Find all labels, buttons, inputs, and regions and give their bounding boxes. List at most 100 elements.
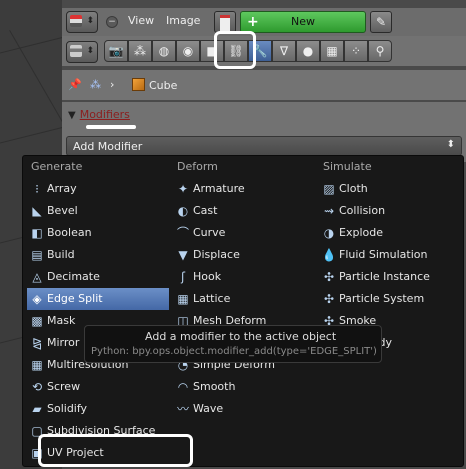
menu-item-lattice[interactable]: ▦ Lattice xyxy=(173,288,313,310)
collision-icon: ⇝ xyxy=(323,204,335,218)
menu-item-screw[interactable]: ⟲ Screw xyxy=(27,376,169,398)
menu-item-array[interactable]: ⁝ Array xyxy=(27,178,169,200)
hook-icon: ʃ xyxy=(180,270,186,284)
menu-item-smooth[interactable]: ◠ Smooth xyxy=(173,376,313,398)
add-modifier-label: Add Modifier xyxy=(73,140,143,153)
menu-item-label: Curve xyxy=(193,226,226,239)
menu-item-label: Lattice xyxy=(193,292,231,305)
view-menu[interactable]: View xyxy=(128,14,154,27)
build-icon: ▤ xyxy=(31,248,43,262)
menu-item-label: Fluid Simulation xyxy=(339,248,428,261)
menu-item-label: Particle Instance xyxy=(339,270,430,283)
collapse-menus-icon[interactable]: − xyxy=(106,16,118,28)
breadcrumb-separator: › xyxy=(110,78,115,91)
highlight-annotation-underline xyxy=(86,125,136,129)
texture-icon[interactable]: ▦ xyxy=(320,40,344,62)
menu-item-label: Decimate xyxy=(47,270,100,283)
menu-item-fluid-simulation[interactable]: 💧 Fluid Simulation xyxy=(319,244,459,266)
fluid-icon: 💧 xyxy=(321,248,337,262)
menu-item-label: Wave xyxy=(193,402,224,415)
modifiers-panel-header[interactable]: ▼ Modifiers xyxy=(68,108,130,121)
menu-item-label: Edge Split xyxy=(47,292,103,305)
tooltip: Add a modifier to the active object Pyth… xyxy=(84,325,382,363)
menu-item-hook[interactable]: ʃ Hook xyxy=(173,266,313,288)
curve-icon: ⌒ xyxy=(176,226,189,240)
breadcrumb-object[interactable]: Cube xyxy=(132,78,177,92)
menu-item-boolean[interactable]: ◧ Boolean xyxy=(27,222,169,244)
armature-icon: ✦ xyxy=(177,182,189,196)
add-modifier-dropdown[interactable]: Add Modifier ⬍ xyxy=(66,136,462,156)
solidify-icon: ▰ xyxy=(32,402,42,416)
boolean-icon: ◧ xyxy=(31,226,43,240)
menu-item-edge-split[interactable]: ◈ Edge Split xyxy=(27,288,169,310)
physics-icon[interactable]: ⚲ xyxy=(368,40,392,62)
menu-item-label: Displace xyxy=(193,248,240,261)
menu-item-explode[interactable]: ◑ Explode xyxy=(319,222,459,244)
menu-item-build[interactable]: ▤ Build xyxy=(27,244,169,266)
menu-item-label: Collision xyxy=(339,204,386,217)
screw-icon: ⟲ xyxy=(31,380,43,394)
menu-item-label: Particle System xyxy=(339,292,425,305)
new-image-button[interactable]: + New xyxy=(240,11,366,33)
menu-item-armature[interactable]: ✦ Armature xyxy=(173,178,313,200)
column-heading-simulate: Simulate xyxy=(323,160,372,173)
menu-item-label: Bevel xyxy=(47,204,78,217)
menu-item-particle-system[interactable]: ✣ Particle System xyxy=(319,288,459,310)
lattice-icon: ▦ xyxy=(177,292,189,306)
render-layers-icon[interactable]: ⁂ xyxy=(128,40,152,62)
scene-icon[interactable]: ◍ xyxy=(152,40,176,62)
menu-item-label: Solidify xyxy=(47,402,88,415)
column-heading-generate: Generate xyxy=(31,160,83,173)
pin-id-icon[interactable]: 📌 xyxy=(68,78,82,91)
material-icon[interactable]: ● xyxy=(296,40,320,62)
menu-item-cloth[interactable]: ▨ Cloth xyxy=(319,178,459,200)
properties-editor-type-selector[interactable]: ⬍ xyxy=(66,41,98,63)
explode-icon: ◑ xyxy=(323,226,335,240)
chevron-updown-icon: ⬍ xyxy=(446,139,455,150)
menu-item-label: Cloth xyxy=(339,182,368,195)
editor-type-selector[interactable]: ⬍ xyxy=(66,11,98,33)
menu-item-wave[interactable]: 〰 Wave xyxy=(173,398,313,420)
panel-title: Modifiers xyxy=(79,108,130,121)
menu-item-cast[interactable]: ◐ Cast xyxy=(173,200,313,222)
highlight-annotation-wrench xyxy=(214,31,256,69)
properties-icon xyxy=(70,45,82,57)
pin-icon[interactable]: ✎ xyxy=(370,11,392,33)
decimate-icon: ◬ xyxy=(32,270,42,284)
menu-item-label: Hook xyxy=(193,270,222,283)
bevel-icon: ◣ xyxy=(32,204,42,218)
menu-item-label: Armature xyxy=(193,182,245,195)
render-icon[interactable]: 📷 xyxy=(104,40,128,62)
image-menu[interactable]: Image xyxy=(166,14,200,27)
edge-split-icon: ◈ xyxy=(32,292,42,306)
tooltip-python: Python: bpy.ops.object.modifier_add(type… xyxy=(91,346,377,357)
menu-item-label: Array xyxy=(47,182,77,195)
menu-item-collision[interactable]: ⇝ Collision xyxy=(319,200,459,222)
tooltip-description: Add a modifier to the active object xyxy=(145,330,337,343)
menu-item-curve[interactable]: ⌒ Curve xyxy=(173,222,313,244)
cloth-icon: ▨ xyxy=(323,182,335,196)
menu-item-displace[interactable]: ▼ Displace xyxy=(173,244,313,266)
particles-icon[interactable]: ⁘ xyxy=(344,40,368,62)
wave-icon: 〰 xyxy=(176,402,189,416)
menu-item-bevel[interactable]: ◣ Bevel xyxy=(27,200,169,222)
new-button-label: New xyxy=(291,15,315,28)
menu-item-label: Screw xyxy=(47,380,81,393)
menu-item-particle-instance[interactable]: ✣ Particle Instance xyxy=(319,266,459,288)
smooth-icon: ◠ xyxy=(177,380,189,394)
image-editor-icon xyxy=(70,15,82,27)
breadcrumb: 📌 ⁂ › Cube xyxy=(62,70,466,100)
menu-item-label: Mirror xyxy=(47,336,80,349)
menu-item-solidify[interactable]: ▰ Solidify xyxy=(27,398,169,420)
menu-item-decimate[interactable]: ◬ Decimate xyxy=(27,266,169,288)
image-browse-icon[interactable] xyxy=(214,11,236,33)
world-icon[interactable]: ◉ xyxy=(176,40,200,62)
chevron-updown-icon: ⬍ xyxy=(86,46,94,56)
modifiers-panel: ▼ Modifiers Add Modifier ⬍ xyxy=(62,102,466,162)
menu-item-label: Smooth xyxy=(193,380,236,393)
menu-item-label: Build xyxy=(47,248,75,261)
data-icon[interactable]: ∇ xyxy=(272,40,296,62)
menu-item-label: Explode xyxy=(339,226,383,239)
column-heading-deform: Deform xyxy=(177,160,218,173)
menu-item-label: Boolean xyxy=(47,226,92,239)
